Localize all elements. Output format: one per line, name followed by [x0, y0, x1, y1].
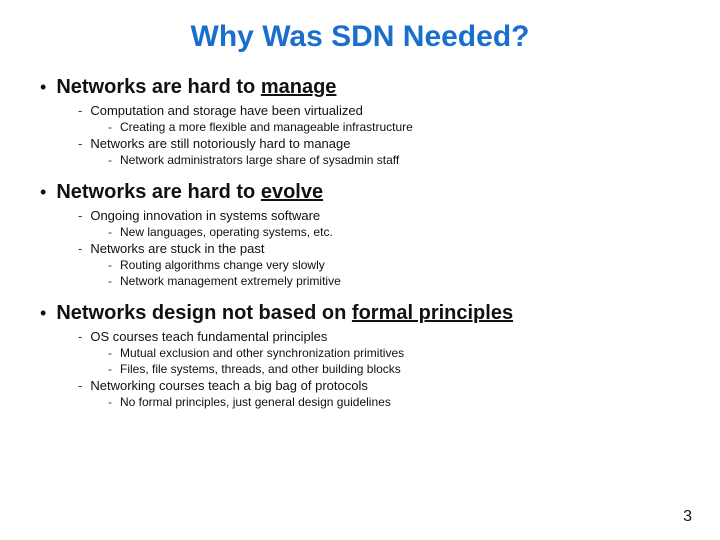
bullet-formal: • Networks design not based on formal pr… [40, 302, 680, 325]
list-item: - Networks are still notoriously hard to… [78, 136, 680, 151]
sub-sub-dash: - [108, 120, 112, 134]
bullet-formal-text: Networks design not based on formal prin… [56, 302, 513, 325]
sub-sub-dash: - [108, 362, 112, 376]
bullet-evolve-text: Networks are hard to evolve [56, 181, 323, 204]
sub-sub-text: Network administrators large share of sy… [120, 153, 399, 167]
sub-sub-text: Creating a more flexible and manageable … [120, 120, 413, 134]
sub-text: Networks are still notoriously hard to m… [90, 136, 350, 151]
sub-sub-list: - Network administrators large share of … [108, 153, 680, 167]
list-item: - Networks are stuck in the past [78, 241, 680, 256]
sub-list-formal: - OS courses teach fundamental principle… [78, 329, 680, 409]
list-item: - No formal principles, just general des… [108, 395, 680, 409]
sub-text: Ongoing innovation in systems software [90, 208, 320, 223]
sub-sub-dash: - [108, 258, 112, 272]
sub-sub-text: Files, file systems, threads, and other … [120, 362, 401, 376]
bullet-dot-1: • [40, 77, 46, 98]
section-evolve: • Networks are hard to evolve - Ongoing … [40, 181, 680, 288]
section-manage: • Networks are hard to manage - Computat… [40, 76, 680, 167]
slide-title: Why Was SDN Needed? [40, 20, 680, 54]
sub-sub-text: Mutual exclusion and other synchronizati… [120, 346, 404, 360]
list-item: - Ongoing innovation in systems software [78, 208, 680, 223]
list-item: - Networking courses teach a big bag of … [78, 378, 680, 393]
sub-dash: - [78, 136, 82, 151]
list-item: - Mutual exclusion and other synchroniza… [108, 346, 680, 360]
bullet-dot-3: • [40, 303, 46, 324]
sub-dash: - [78, 208, 82, 223]
sub-sub-dash: - [108, 225, 112, 239]
page-number: 3 [683, 508, 692, 526]
list-item: - Network management extremely primitive [108, 274, 680, 288]
sub-text: Networks are stuck in the past [90, 241, 264, 256]
sub-sub-list: - Mutual exclusion and other synchroniza… [108, 346, 680, 376]
bullet-manage: • Networks are hard to manage [40, 76, 680, 99]
sub-dash: - [78, 378, 82, 393]
sub-sub-list: - Routing algorithms change very slowly … [108, 258, 680, 288]
sub-sub-dash: - [108, 395, 112, 409]
sub-sub-dash: - [108, 153, 112, 167]
list-item: - Computation and storage have been virt… [78, 103, 680, 118]
list-item: - OS courses teach fundamental principle… [78, 329, 680, 344]
sub-text: Computation and storage have been virtua… [90, 103, 362, 118]
slide: Why Was SDN Needed? • Networks are hard … [0, 0, 720, 540]
sub-sub-list: - No formal principles, just general des… [108, 395, 680, 409]
bullet-evolve: • Networks are hard to evolve [40, 181, 680, 204]
sub-text: Networking courses teach a big bag of pr… [90, 378, 368, 393]
list-item: - Files, file systems, threads, and othe… [108, 362, 680, 376]
list-item: - Network administrators large share of … [108, 153, 680, 167]
section-formal: • Networks design not based on formal pr… [40, 302, 680, 409]
sub-sub-text: Routing algorithms change very slowly [120, 258, 325, 272]
sub-dash: - [78, 103, 82, 118]
sub-text: OS courses teach fundamental principles [90, 329, 327, 344]
bullet-manage-text: Networks are hard to manage [56, 76, 336, 99]
sub-sub-dash: - [108, 274, 112, 288]
sub-sub-text: No formal principles, just general desig… [120, 395, 391, 409]
bullet-dot-2: • [40, 182, 46, 203]
list-item: - Routing algorithms change very slowly [108, 258, 680, 272]
sub-sub-list: - Creating a more flexible and manageabl… [108, 120, 680, 134]
sub-dash: - [78, 241, 82, 256]
sub-sub-text: Network management extremely primitive [120, 274, 341, 288]
sub-list-evolve: - Ongoing innovation in systems software… [78, 208, 680, 288]
list-item: - Creating a more flexible and manageabl… [108, 120, 680, 134]
sub-sub-dash: - [108, 346, 112, 360]
sub-sub-list: - New languages, operating systems, etc. [108, 225, 680, 239]
list-item: - New languages, operating systems, etc. [108, 225, 680, 239]
sub-list-manage: - Computation and storage have been virt… [78, 103, 680, 167]
sub-dash: - [78, 329, 82, 344]
sub-sub-text: New languages, operating systems, etc. [120, 225, 333, 239]
